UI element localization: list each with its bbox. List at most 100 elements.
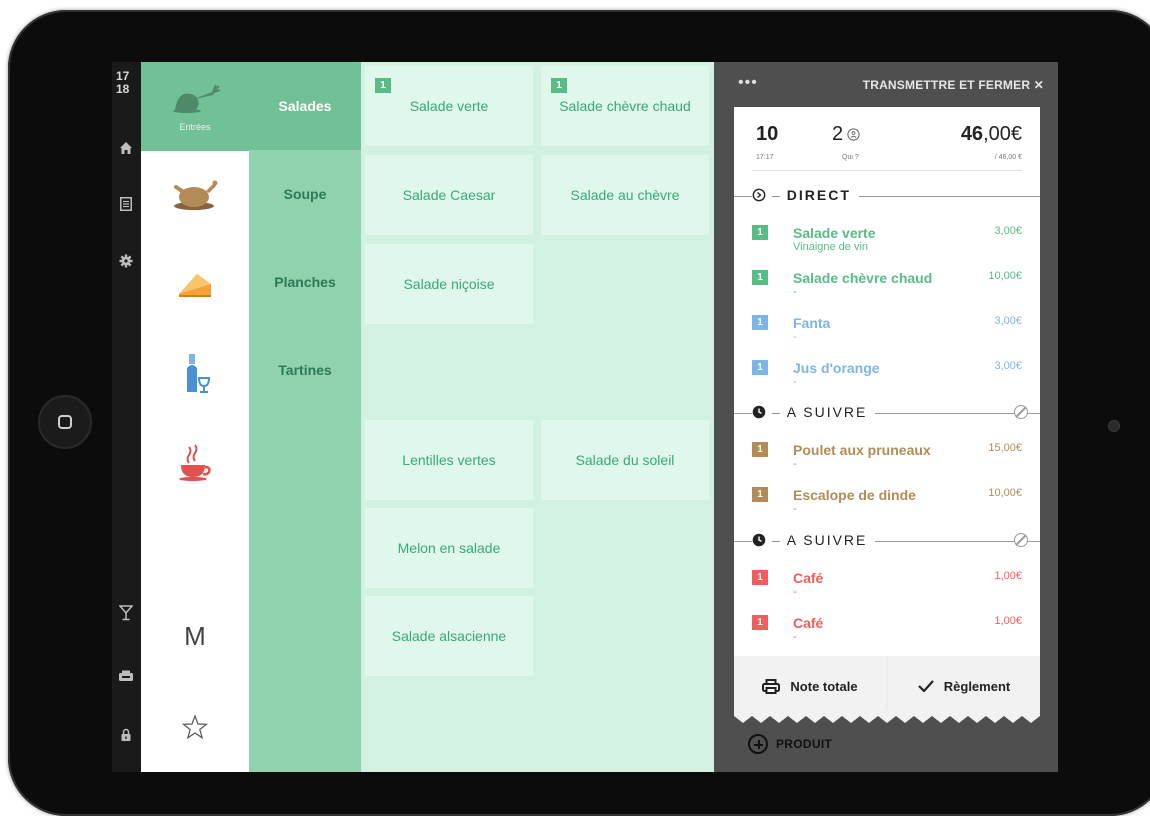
product-name: Salade du soleil [575, 452, 675, 468]
subcategory-salades[interactable]: Salades [249, 62, 361, 150]
subcategory-tartines[interactable]: Tartines [249, 326, 361, 414]
product-tile[interactable]: Salade du soleil [541, 420, 709, 500]
fire-now-icon [752, 188, 766, 202]
category-favorites[interactable] [141, 682, 249, 771]
app-screen: 17 18 Entrées M Salades Soupe Planches T… [112, 62, 1058, 772]
subcategory-soupe[interactable]: Soupe [249, 150, 361, 238]
product-qty-badge: 1 [375, 78, 391, 93]
order-line[interactable]: 1 Poulet aux pruneaux - 15,00€ [734, 436, 1040, 478]
product-name: Melon en salade [397, 540, 501, 556]
transmit-close-button[interactable]: TRANSMETTRE ET FERMER ✕ [863, 78, 1044, 92]
line-note: - [793, 631, 797, 643]
line-note: - [793, 503, 797, 515]
product-tile[interactable]: 1 Salade chèvre chaud [541, 66, 709, 146]
section-next[interactable]: – A SUIVRE [734, 530, 1040, 552]
subcategory-planches[interactable]: Planches [249, 238, 361, 326]
product-tile[interactable]: Salade alsacienne [365, 596, 533, 676]
product-tile[interactable]: 1 Salade verte [365, 66, 533, 146]
product-grid: 1 Salade verte 1 Salade chèvre chaud Sal… [361, 62, 714, 772]
product-tile[interactable]: Melon en salade [365, 508, 533, 588]
order-line[interactable]: 1 Escalope de dinde - 10,00€ [734, 481, 1040, 523]
product-name: Lentilles vertes [402, 452, 496, 468]
order-line[interactable]: 1 Salade verte Vinaigne de vin 3,00€ [734, 219, 1040, 261]
check-icon [917, 680, 934, 692]
reglement-button[interactable]: Règlement [888, 656, 1040, 716]
section-next[interactable]: – A SUIVRE [734, 402, 1040, 424]
order-line[interactable]: 1 Jus d'orange - 3,00€ [734, 354, 1040, 396]
line-qty: 1 [752, 360, 768, 375]
product-tile[interactable]: Salade Caesar [365, 155, 533, 235]
product-tile[interactable]: Lentilles vertes [365, 420, 533, 500]
category-column: Entrées M [141, 62, 249, 772]
ticket-header: 10 17:17 2 Qui ? 46,00€ / 46,00 € [734, 107, 1040, 171]
line-price: 10,00€ [988, 270, 1022, 282]
line-qty: 1 [752, 570, 768, 585]
total-subtext: / 46,00 € [994, 154, 1022, 161]
line-price: 10,00€ [988, 487, 1022, 499]
order-ticket: 10 17:17 2 Qui ? 46,00€ / 46,00 € – DIRE… [734, 107, 1040, 657]
clock-icon [752, 533, 766, 547]
cocktail-icon[interactable] [118, 605, 134, 621]
list-icon[interactable] [118, 196, 134, 212]
product-name: Salade verte [409, 98, 489, 114]
line-price: 3,00€ [994, 225, 1022, 237]
roast-chicken-icon [174, 180, 218, 210]
order-line[interactable]: 1 Café - 1,00€ [734, 609, 1040, 651]
table-number[interactable]: 10 [756, 123, 778, 146]
hot-cup-icon [179, 443, 211, 481]
line-note: - [793, 586, 797, 598]
note-totale-button[interactable]: Note totale [734, 656, 886, 716]
line-name: Escalope de dinde [793, 487, 916, 503]
home-button[interactable] [38, 395, 92, 449]
menu-letter: M [184, 621, 206, 651]
category-desserts[interactable] [141, 240, 249, 329]
product-name: Salade au chèvre [570, 187, 680, 203]
gear-icon[interactable] [118, 253, 134, 269]
line-name: Café [793, 615, 824, 631]
order-line[interactable]: 1 Café - 1,00€ [734, 564, 1040, 606]
hold-toggle-icon[interactable] [1014, 533, 1028, 547]
clock: 17 18 [116, 70, 129, 96]
add-product-button[interactable]: PRODUIT [748, 734, 832, 754]
lock-icon[interactable] [118, 727, 134, 743]
category-entrees[interactable]: Entrées [141, 62, 249, 151]
line-note: Vinaigne de vin [793, 241, 869, 253]
wine-bottle-icon [187, 353, 211, 393]
line-note: - [793, 286, 797, 298]
carrot-icon [173, 84, 221, 113]
order-line[interactable]: 1 Fanta - 3,00€ [734, 309, 1040, 351]
covers-label: Qui ? [842, 154, 859, 161]
home-icon[interactable] [118, 140, 134, 156]
add-product-label: PRODUIT [776, 737, 833, 751]
person-icon [847, 128, 860, 141]
section-header: – A SUIVRE [752, 404, 876, 420]
section-direct[interactable]: – DIRECT [734, 185, 1040, 207]
product-name: Salade Caesar [402, 187, 496, 203]
reglement-label: Règlement [943, 678, 1011, 694]
category-cafe[interactable] [141, 418, 249, 507]
category-plats[interactable] [141, 151, 249, 240]
hold-toggle-icon[interactable] [1014, 405, 1028, 419]
section-title: DIRECT [786, 187, 851, 203]
line-price: 3,00€ [994, 360, 1022, 372]
line-name: Café [793, 570, 824, 586]
product-tile[interactable]: Salade au chèvre [541, 155, 709, 235]
order-line[interactable]: 1 Salade chèvre chaud - 10,00€ [734, 264, 1040, 306]
order-total: 46,00€ [961, 123, 1022, 146]
more-options-button[interactable]: ••• [738, 74, 758, 92]
clock-minute: 18 [116, 82, 130, 96]
product-tile[interactable]: Salade niçoise [365, 244, 533, 324]
covers-value: 2 [832, 123, 844, 145]
line-note: - [793, 458, 797, 470]
line-note: - [793, 331, 797, 343]
line-qty: 1 [752, 270, 768, 285]
covers-count[interactable]: 2 [832, 123, 860, 146]
printer-icon[interactable] [118, 668, 134, 684]
order-panel: ••• TRANSMETTRE ET FERMER ✕ 10 17:17 2 Q… [714, 62, 1058, 772]
star-icon [182, 713, 208, 739]
line-qty: 1 [752, 225, 768, 240]
category-menus[interactable]: M [141, 592, 249, 681]
camera-lens [1108, 420, 1120, 432]
category-boissons[interactable] [141, 329, 249, 418]
product-qty-badge: 1 [551, 78, 567, 93]
